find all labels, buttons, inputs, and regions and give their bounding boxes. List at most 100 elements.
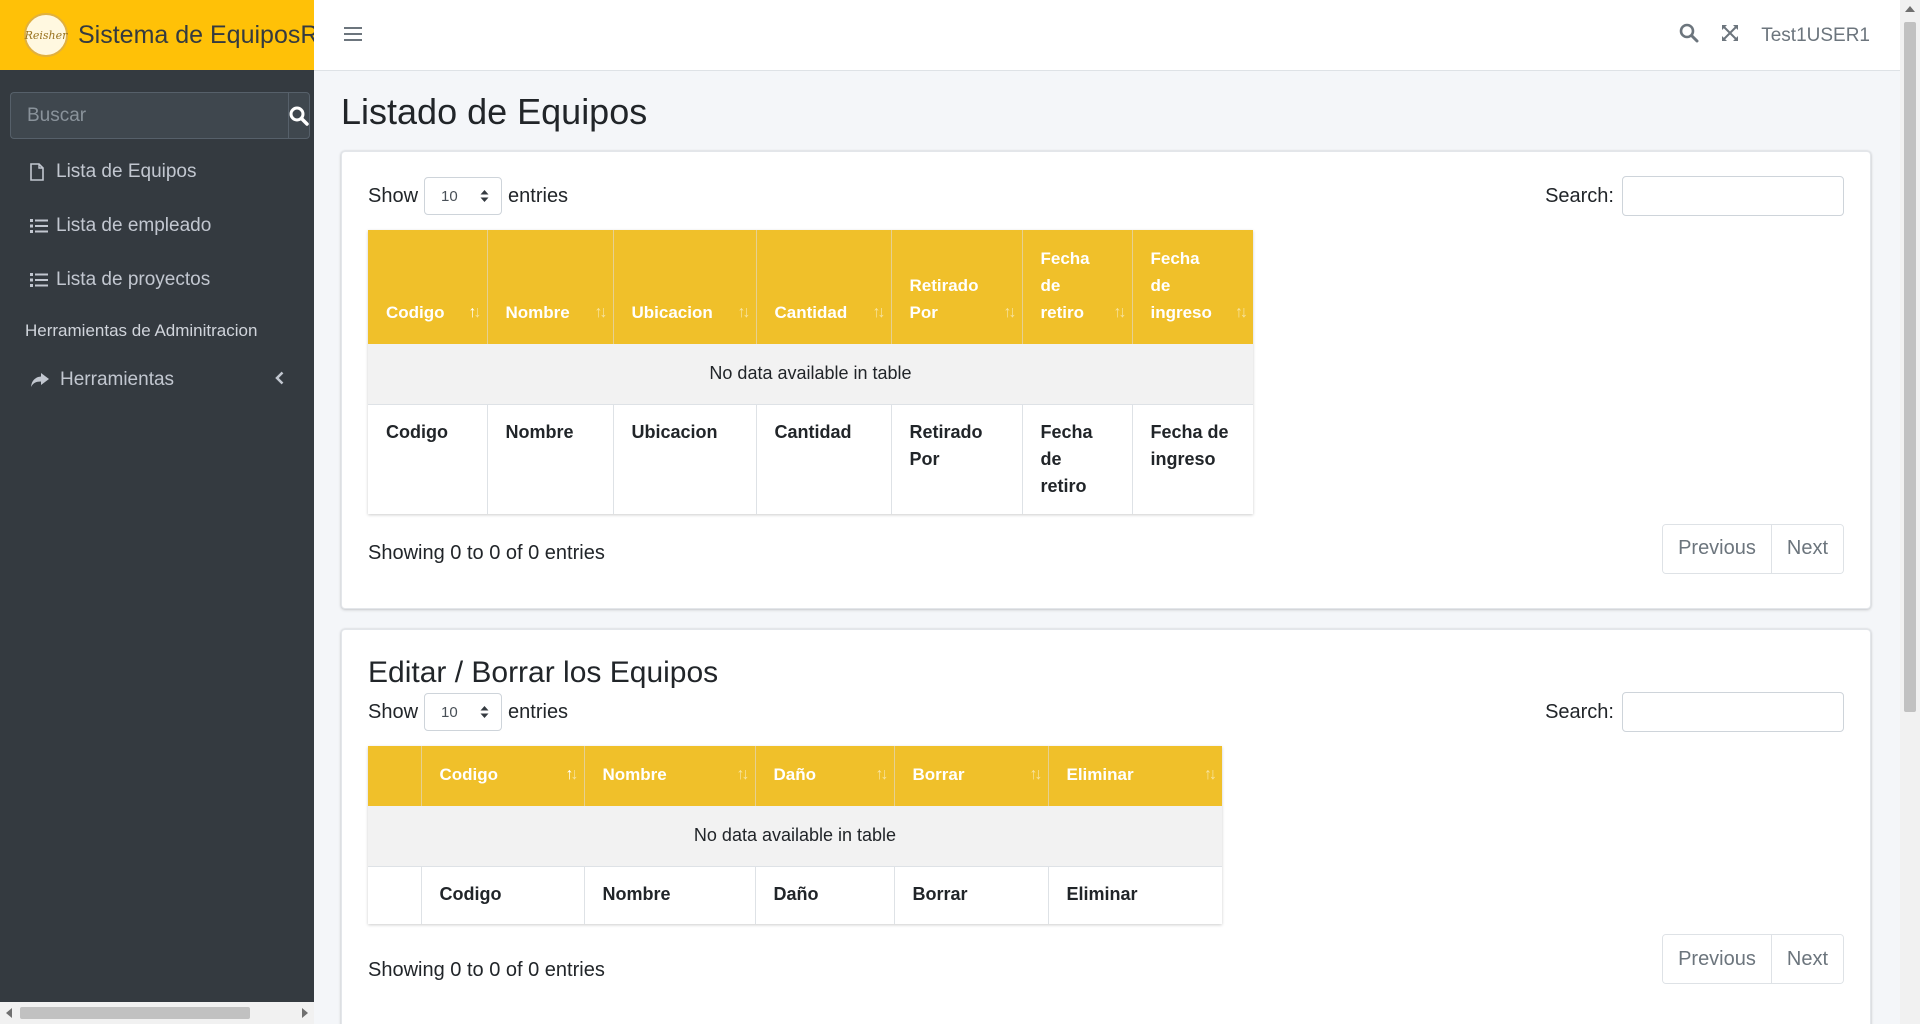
sidebar-item-label: Lista de Equipos [56, 161, 197, 182]
table-info: Showing 0 to 0 of 0 entries [368, 542, 605, 564]
footer-cell [368, 865, 422, 924]
header-label: Borrar [912, 765, 965, 784]
empty-table-message: No data available in table [368, 344, 1253, 404]
sidebar-search [10, 92, 310, 139]
sidebar-horizontal-scrollbar[interactable] [0, 1002, 314, 1024]
column-header-cantidad[interactable]: Cantidad ↑↓ [756, 230, 892, 344]
sidebar-item-label: Herramientas [60, 369, 175, 390]
scroll-left-arrow-icon[interactable] [6, 1008, 12, 1018]
next-button[interactable]: Next [1770, 524, 1843, 573]
sidebar-item-lista-empleado[interactable]: Lista de empleado [0, 199, 314, 253]
column-header-eliminar[interactable]: Eliminar ↑↓ [1048, 746, 1222, 806]
column-header-blank [368, 746, 422, 806]
sort-icon: ↑↓ [1235, 304, 1248, 321]
sidebar-item-lista-proyectos[interactable]: Lista de proyectos [0, 253, 314, 307]
search-icon [289, 106, 309, 126]
select-arrows-icon [480, 706, 489, 718]
column-header-codigo[interactable]: Codigo ↑↓ [421, 746, 585, 806]
sort-icon: ↑↓ [872, 304, 886, 321]
brand-logo: Reisher [24, 13, 68, 57]
column-header-fecha-retiro[interactable]: Fecha de retiro ↑↓ [1022, 230, 1133, 344]
sidebar-search-button[interactable] [288, 92, 310, 139]
sort-icon: ↑↓ [737, 304, 751, 321]
entries-label: entries [508, 700, 569, 723]
header-label: Cantidad [774, 303, 848, 322]
top-navbar: Test1USER1 [314, 0, 1900, 71]
header-label: Daño [773, 765, 817, 784]
header-label: Nombre [602, 765, 667, 784]
column-header-borrar[interactable]: Borrar ↑↓ [894, 746, 1049, 806]
file-icon [30, 163, 52, 181]
footer-cell: Codigo [421, 865, 585, 924]
scrollbar-thumb[interactable] [20, 1007, 250, 1019]
scroll-right-arrow-icon[interactable] [302, 1008, 308, 1018]
brand-name: Sistema de EquiposRe [78, 20, 314, 49]
user-name[interactable]: Test1USER1 [1761, 25, 1870, 47]
entries-select[interactable]: 10 [424, 177, 503, 215]
scroll-up-arrow-icon[interactable] [1905, 6, 1915, 12]
scrollbar-thumb[interactable] [1904, 22, 1916, 712]
header-label: Nombre [505, 303, 570, 322]
footer-cell: Cantidad [756, 403, 892, 514]
next-button[interactable]: Next [1770, 935, 1843, 983]
equipos-table: Codigo ↑↓ Nombre ↑↓ Ubicacion ↑↓ Cantidad ↑↓… [368, 230, 1253, 514]
previous-button[interactable]: Previous [1663, 524, 1771, 573]
sidebar-section-header: Herramientas de Adminitracion [25, 321, 258, 340]
pagination: Previous Next [1662, 523, 1844, 574]
footer-cell: Eliminar [1048, 865, 1222, 924]
column-header-nombre[interactable]: Nombre ↑↓ [584, 746, 756, 806]
search-label: Search: [1545, 700, 1614, 723]
footer-cell: Fecha de ingreso [1132, 403, 1253, 514]
menu-toggle-icon[interactable] [344, 26, 362, 47]
column-header-retirado-por[interactable]: Retirado Por ↑↓ [891, 230, 1023, 344]
search-label: Search: [1545, 184, 1614, 207]
sidebar-search-input[interactable] [10, 92, 288, 139]
entries-label: entries [508, 184, 569, 207]
header-label: Fecha de retiro [1040, 249, 1090, 322]
footer-cell: Fecha de retiro [1022, 403, 1133, 514]
list-icon [30, 272, 52, 288]
table-footer-controls: Showing 0 to 0 of 0 entries Previous Nex… [368, 523, 1844, 574]
sort-icon: ↑↓ [1003, 304, 1017, 321]
sidebar-item-label: Lista de empleado [56, 215, 212, 236]
page-title: Listado de Equipos [341, 91, 648, 132]
entries-select[interactable]: 10 [424, 693, 503, 731]
column-header-fecha-ingreso[interactable]: Fecha de ingreso ↑↓ [1132, 230, 1253, 344]
edit-delete-card: Editar / Borrar los Equipos Show 10 entr… [341, 629, 1871, 1024]
footer-label: Retirado Por [909, 421, 983, 469]
sidebar-nav: Lista de Equipos Lista de empleado Lista… [0, 145, 314, 407]
sidebar-item-herramientas[interactable]: Herramientas [0, 353, 314, 407]
length-control: Show 10 entries [368, 177, 568, 215]
sort-icon: ↑↓ [468, 304, 482, 321]
footer-cell: Borrar [894, 865, 1049, 924]
pagination: Previous Next [1662, 934, 1844, 984]
table-search: Search: [1545, 176, 1844, 216]
table-info: Showing 0 to 0 of 0 entries [368, 958, 605, 981]
header-label: Fecha de ingreso [1150, 249, 1212, 322]
fullscreen-icon[interactable] [1721, 24, 1739, 47]
sidebar: Reisher Sistema de EquiposRe Lista de Eq… [0, 0, 314, 1024]
brand-logo-text: Reisher [24, 28, 68, 42]
sidebar-item-lista-equipos[interactable]: Lista de Equipos [0, 145, 314, 199]
header-label: Ubicacion [631, 303, 713, 322]
column-header-codigo[interactable]: Codigo ↑↓ [368, 230, 488, 344]
header-label: Codigo [386, 303, 445, 322]
previous-button[interactable]: Previous [1663, 935, 1771, 983]
footer-cell: Ubicacion [613, 403, 757, 514]
footer-cell: Nombre [487, 403, 614, 514]
column-header-dano[interactable]: Daño ↑↓ [755, 746, 895, 806]
brand-link[interactable]: Reisher Sistema de EquiposRe [0, 0, 314, 70]
header-label: Eliminar [1066, 765, 1134, 784]
table-search-input[interactable] [1622, 176, 1844, 216]
column-header-ubicacion[interactable]: Ubicacion ↑↓ [613, 230, 757, 344]
edit-equipos-table: Codigo ↑↓ Nombre ↑↓ Daño ↑↓ Borrar ↑↓ Elimin… [368, 746, 1222, 924]
sort-icon: ↑↓ [875, 766, 889, 783]
column-header-nombre[interactable]: Nombre ↑↓ [487, 230, 614, 344]
table-controls: Show 10 entries Search: [368, 692, 1844, 732]
search-icon[interactable] [1679, 23, 1699, 48]
table-search-input[interactable] [1622, 692, 1844, 732]
navbar-right: Test1USER1 [1679, 0, 1870, 71]
page-vertical-scrollbar[interactable] [1900, 0, 1920, 1024]
equipos-list-card: Show 10 entries Search: Codigo ↑↓ Nombre ↑… [341, 151, 1871, 609]
chevron-left-icon [275, 369, 284, 391]
